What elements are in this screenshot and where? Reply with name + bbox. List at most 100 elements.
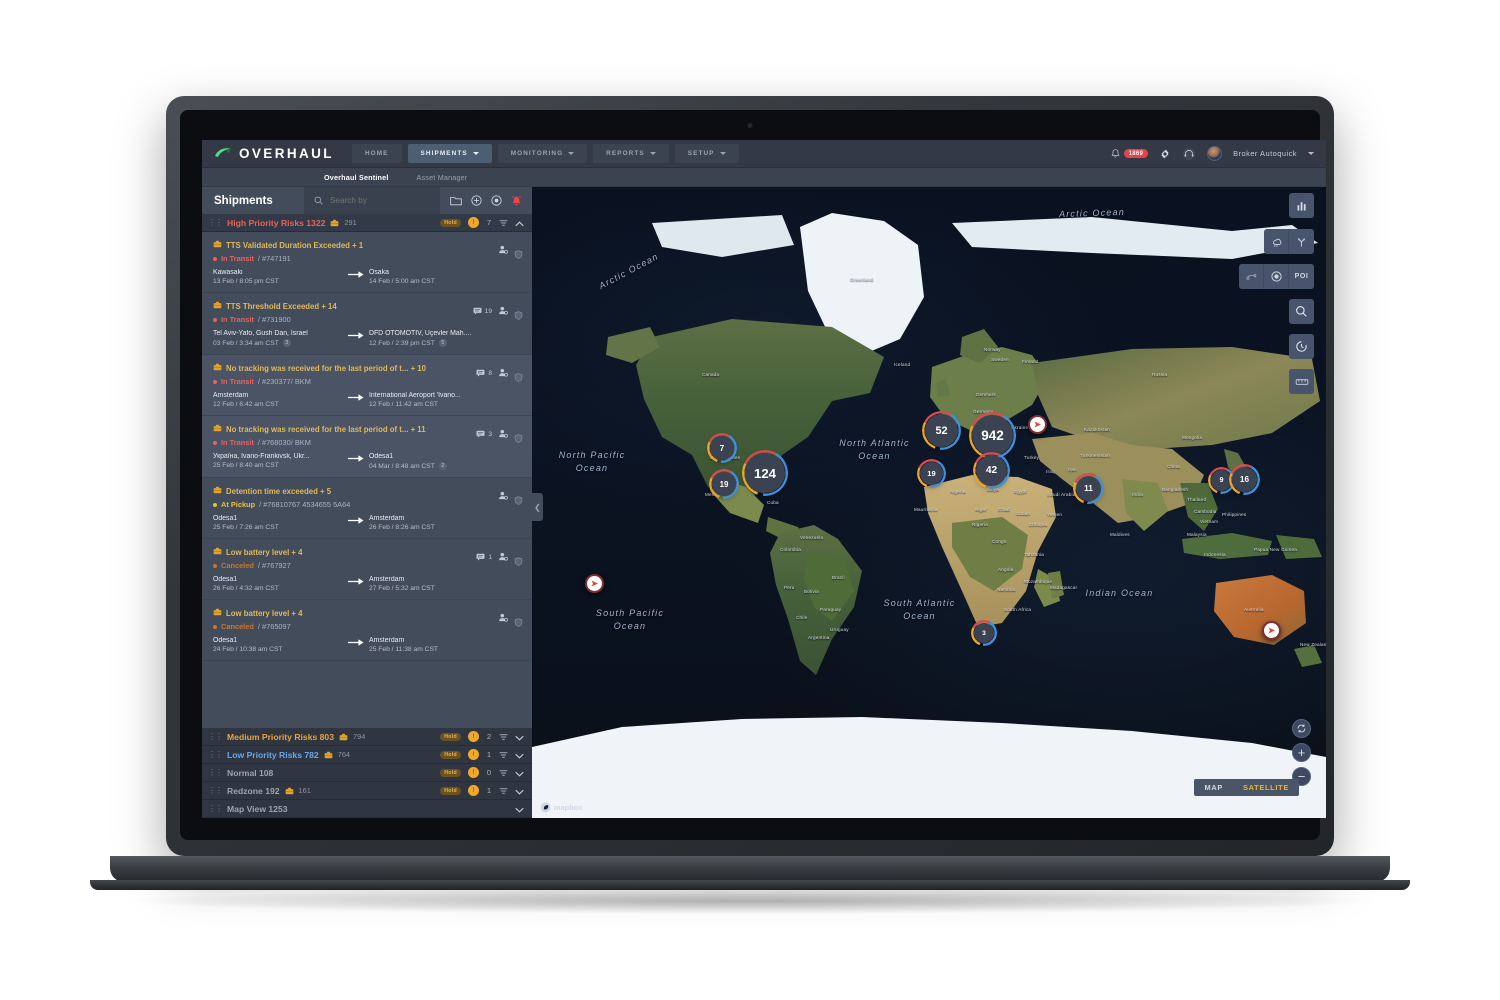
mapbox-attribution[interactable]: mapbox bbox=[540, 802, 582, 813]
map-measure-button[interactable] bbox=[1289, 369, 1314, 394]
assign-user-icon[interactable] bbox=[498, 548, 508, 566]
risk-alert-icon[interactable]: ! bbox=[468, 217, 479, 228]
traffic-button[interactable] bbox=[1239, 264, 1264, 289]
map-cluster-marker[interactable]: 124 bbox=[742, 450, 788, 496]
comment-count[interactable]: 19 bbox=[473, 307, 492, 315]
risk-alert-icon[interactable]: ! bbox=[468, 731, 479, 742]
comment-count[interactable]: 8 bbox=[476, 369, 492, 377]
expand-chevron-down-icon[interactable] bbox=[515, 746, 524, 764]
map-analytics-button[interactable] bbox=[1289, 193, 1314, 218]
sidebar-collapse-handle[interactable]: ❮ bbox=[532, 493, 543, 521]
assign-user-icon[interactable] bbox=[498, 364, 508, 382]
shipment-list-item[interactable]: No tracking was received for the last pe… bbox=[202, 416, 532, 478]
map-cluster-marker[interactable]: 942 bbox=[969, 412, 1016, 459]
map-canvas[interactable]: Arctic Ocean Arctic Ocean North Atlantic O… bbox=[532, 187, 1326, 818]
shipment-list[interactable]: TTS Validated Duration Exceeded + 1 In Tr… bbox=[202, 232, 532, 728]
basemap-satellite-option[interactable]: SATELLITE bbox=[1233, 783, 1299, 792]
notifications[interactable]: 1869 bbox=[1111, 148, 1149, 159]
shield-icon[interactable] bbox=[514, 614, 523, 627]
map-search-button[interactable] bbox=[1289, 299, 1314, 324]
map-cluster-marker[interactable]: 3 bbox=[971, 620, 997, 646]
comment-count[interactable]: 1 bbox=[476, 553, 492, 561]
assign-user-icon[interactable] bbox=[498, 241, 508, 259]
map-cluster-marker[interactable]: 16 bbox=[1229, 464, 1260, 495]
risk-alert-icon[interactable]: ! bbox=[468, 767, 479, 778]
alarm-icon[interactable] bbox=[511, 195, 522, 206]
brand-logo[interactable]: OVERHAUL bbox=[214, 146, 334, 161]
shield-icon[interactable] bbox=[514, 369, 523, 382]
drag-handle-icon[interactable]: ⋮⋮ bbox=[208, 732, 223, 741]
vehicle-heading-marker[interactable] bbox=[1028, 415, 1047, 434]
group-row[interactable]: ⋮⋮ Medium Priority Risks 803 794 Hold! 2 bbox=[202, 728, 532, 746]
comment-count[interactable]: 3 bbox=[476, 430, 492, 438]
drag-handle-icon[interactable]: ⋮⋮ bbox=[208, 218, 223, 227]
filter-icon[interactable] bbox=[499, 764, 508, 782]
filter-icon[interactable] bbox=[499, 214, 508, 232]
route-button[interactable] bbox=[1289, 229, 1314, 254]
hold-badge[interactable]: Hold bbox=[440, 786, 461, 795]
map-reset-button[interactable] bbox=[1292, 719, 1311, 738]
shipment-list-item[interactable]: TTS Validated Duration Exceeded + 1 In Tr… bbox=[202, 232, 532, 293]
shield-icon[interactable] bbox=[514, 307, 523, 320]
group-row[interactable]: ⋮⋮ High Priority Risks 1322 291 Hold! 7 bbox=[202, 214, 532, 232]
search-area[interactable] bbox=[304, 187, 440, 214]
expand-chevron-down-icon[interactable] bbox=[515, 800, 524, 818]
folder-icon[interactable] bbox=[450, 195, 462, 206]
map-cluster-marker[interactable]: 52 bbox=[922, 411, 961, 450]
hold-badge[interactable]: Hold bbox=[440, 768, 461, 777]
group-row[interactable]: ⋮⋮ Low Priority Risks 782 764 Hold! 1 bbox=[202, 746, 532, 764]
add-circle-icon[interactable] bbox=[471, 195, 482, 206]
nav-item-reports[interactable]: REPORTS bbox=[593, 144, 669, 163]
shipment-list-item[interactable]: Low battery level + 4 Canceled / #767927 Od… bbox=[202, 539, 532, 600]
map-history-button[interactable] bbox=[1289, 334, 1314, 359]
assign-user-icon[interactable] bbox=[498, 425, 508, 443]
vehicle-heading-marker[interactable] bbox=[585, 574, 604, 593]
hold-badge[interactable]: Hold bbox=[440, 218, 461, 227]
assign-user-icon[interactable] bbox=[498, 609, 508, 627]
drag-handle-icon[interactable]: ⋮⋮ bbox=[208, 750, 223, 759]
shipment-list-item[interactable]: TTS Threshold Exceeded + 14 In Transit / #… bbox=[202, 293, 532, 355]
hold-badge[interactable]: Hold bbox=[440, 732, 461, 741]
group-row[interactable]: ⋮⋮ Normal 108 Hold! 0 bbox=[202, 764, 532, 782]
hold-badge[interactable]: Hold bbox=[440, 750, 461, 759]
subnav-item-asset-manager[interactable]: Asset Manager bbox=[417, 173, 468, 182]
weather-button[interactable] bbox=[1264, 229, 1289, 254]
basemap-map-option[interactable]: MAP bbox=[1194, 783, 1233, 792]
map-cluster-marker[interactable]: 19 bbox=[917, 459, 946, 488]
search-input[interactable] bbox=[330, 196, 440, 205]
subnav-item-overhaul-sentinel[interactable]: Overhaul Sentinel bbox=[324, 173, 389, 182]
risk-alert-icon[interactable]: ! bbox=[468, 749, 479, 760]
risk-alert-icon[interactable]: ! bbox=[468, 785, 479, 796]
map-cluster-marker[interactable]: 7 bbox=[707, 433, 737, 463]
filter-icon[interactable] bbox=[499, 746, 508, 764]
expand-chevron-down-icon[interactable] bbox=[515, 728, 524, 746]
nav-item-home[interactable]: HOME bbox=[351, 144, 402, 163]
vehicle-heading-marker[interactable] bbox=[1262, 621, 1281, 640]
user-menu-chevron-down-icon[interactable] bbox=[1308, 152, 1314, 155]
visibility-button[interactable] bbox=[1264, 264, 1289, 289]
poi-button[interactable]: POI bbox=[1289, 264, 1314, 289]
map-zoom-in-button[interactable]: + bbox=[1292, 743, 1311, 762]
support-button[interactable] bbox=[1182, 147, 1196, 161]
eye-icon[interactable] bbox=[491, 195, 502, 206]
nav-item-monitoring[interactable]: MONITORING bbox=[497, 144, 588, 163]
drag-handle-icon[interactable]: ⋮⋮ bbox=[208, 768, 223, 777]
map-cluster-marker[interactable]: 19 bbox=[709, 469, 739, 499]
shipment-list-item[interactable]: Detention time exceeded + 5 At Pickup / #7… bbox=[202, 478, 532, 539]
group-row[interactable]: ⋮⋮ Redzone 192 161 Hold! 1 bbox=[202, 782, 532, 800]
assign-user-icon[interactable] bbox=[498, 487, 508, 505]
drag-handle-icon[interactable]: ⋮⋮ bbox=[208, 804, 223, 813]
shield-icon[interactable] bbox=[514, 553, 523, 566]
assign-user-icon[interactable] bbox=[498, 302, 508, 320]
nav-item-setup[interactable]: SETUP bbox=[674, 144, 739, 163]
drag-handle-icon[interactable]: ⋮⋮ bbox=[208, 786, 223, 795]
expand-chevron-down-icon[interactable] bbox=[515, 764, 524, 782]
shield-icon[interactable] bbox=[514, 430, 523, 443]
collapse-chevron-up-icon[interactable] bbox=[515, 214, 524, 232]
shipment-list-item[interactable]: Low battery level + 4 Canceled / #765097 Od… bbox=[202, 600, 532, 661]
map-cluster-marker[interactable]: 42 bbox=[973, 452, 1010, 489]
nav-item-shipments[interactable]: SHIPMENTS bbox=[407, 144, 492, 163]
filter-icon[interactable] bbox=[499, 728, 508, 746]
shield-icon[interactable] bbox=[514, 246, 523, 259]
avatar[interactable] bbox=[1207, 146, 1223, 161]
